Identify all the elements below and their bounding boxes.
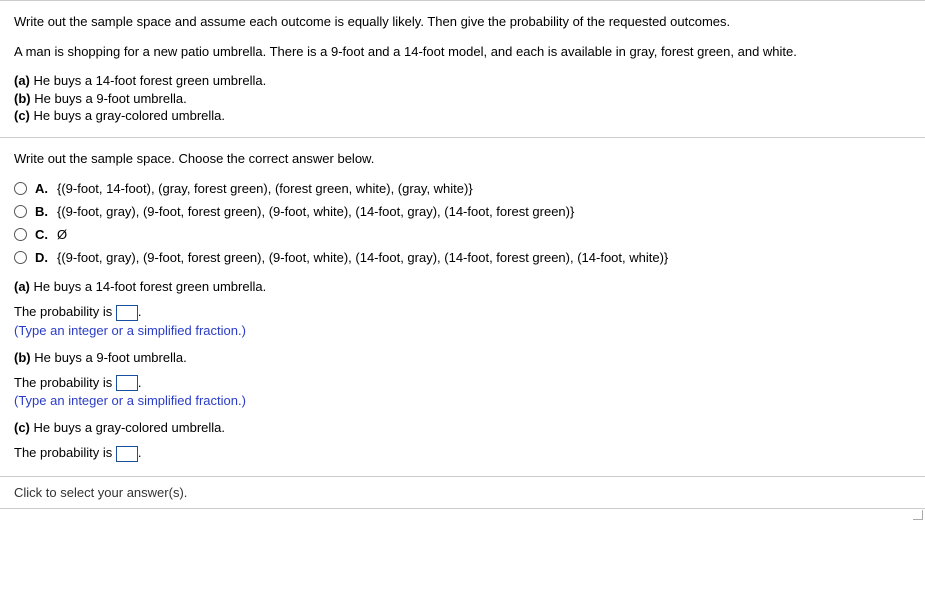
question-block: Write out the sample space and assume ea… xyxy=(0,0,925,125)
option-a-text: {(9-foot, 14-foot), (gray, forest green)… xyxy=(57,181,473,196)
bottom-edge xyxy=(0,508,925,522)
part-a-text: He buys a 14-foot forest green umbrella. xyxy=(34,279,267,294)
option-c-text: Ø xyxy=(57,227,67,242)
prob-b-input[interactable] xyxy=(116,375,138,391)
hint-b: (Type an integer or a simplified fractio… xyxy=(14,393,911,408)
option-c-row[interactable]: C. Ø xyxy=(14,227,911,242)
subpart-c: (c) He buys a gray-colored umbrella. xyxy=(14,107,911,125)
option-d-label: D. xyxy=(35,250,57,265)
footer-text: Click to select your answer(s). xyxy=(14,485,187,500)
part-c-heading: (c) He buys a gray-colored umbrella. xyxy=(14,420,911,435)
radio-a[interactable] xyxy=(14,182,27,195)
subpart-b: (b) He buys a 9-foot umbrella. xyxy=(14,90,911,108)
options-group: A. {(9-foot, 14-foot), (gray, forest gre… xyxy=(14,181,911,265)
prob-a-prefix: The probability is xyxy=(14,304,116,319)
part-c-text: He buys a gray-colored umbrella. xyxy=(34,420,225,435)
prob-c-prefix: The probability is xyxy=(14,445,116,460)
prob-c-period: . xyxy=(138,445,142,460)
sample-space-instruction: Write out the sample space. Choose the c… xyxy=(14,150,911,168)
option-c-label: C. xyxy=(35,227,57,242)
option-d-text: {(9-foot, gray), (9-foot, forest green),… xyxy=(57,250,668,265)
radio-c[interactable] xyxy=(14,228,27,241)
option-a-row[interactable]: A. {(9-foot, 14-foot), (gray, forest gre… xyxy=(14,181,911,196)
label-c: (c) xyxy=(14,108,30,123)
option-b-text: {(9-foot, gray), (9-foot, forest green),… xyxy=(57,204,574,219)
label-c2: (c) xyxy=(14,420,30,435)
subparts-list: (a) He buys a 14-foot forest green umbre… xyxy=(14,72,911,125)
part-b-text: He buys a 9-foot umbrella. xyxy=(34,350,186,365)
radio-d[interactable] xyxy=(14,251,27,264)
prob-b-prefix: The probability is xyxy=(14,375,116,390)
subpart-a-text: He buys a 14-foot forest green umbrella. xyxy=(34,73,267,88)
part-c: (c) He buys a gray-colored umbrella. The… xyxy=(14,420,911,462)
part-b-heading: (b) He buys a 9-foot umbrella. xyxy=(14,350,911,365)
footer: Click to select your answer(s). xyxy=(0,476,925,508)
prob-a-input[interactable] xyxy=(116,305,138,321)
label-b: (b) xyxy=(14,91,31,106)
prob-b-line: The probability is . xyxy=(14,375,911,392)
answer-block: Write out the sample space. Choose the c… xyxy=(0,138,925,462)
option-a-label: A. xyxy=(35,181,57,196)
subpart-c-text: He buys a gray-colored umbrella. xyxy=(34,108,225,123)
prob-c-input[interactable] xyxy=(116,446,138,462)
option-b-label: B. xyxy=(35,204,57,219)
prob-a-period: . xyxy=(138,304,142,319)
label-a: (a) xyxy=(14,73,30,88)
prob-b-period: . xyxy=(138,375,142,390)
part-a: (a) He buys a 14-foot forest green umbre… xyxy=(14,279,911,338)
option-b-row[interactable]: B. {(9-foot, gray), (9-foot, forest gree… xyxy=(14,204,911,219)
resize-corner-icon xyxy=(913,510,923,520)
part-b: (b) He buys a 9-foot umbrella. The proba… xyxy=(14,350,911,409)
subpart-a: (a) He buys a 14-foot forest green umbre… xyxy=(14,72,911,90)
option-d-row[interactable]: D. {(9-foot, gray), (9-foot, forest gree… xyxy=(14,250,911,265)
hint-a: (Type an integer or a simplified fractio… xyxy=(14,323,911,338)
question-scenario: A man is shopping for a new patio umbrel… xyxy=(14,43,911,61)
question-prompt: Write out the sample space and assume ea… xyxy=(14,13,911,31)
prob-a-line: The probability is . xyxy=(14,304,911,321)
part-a-heading: (a) He buys a 14-foot forest green umbre… xyxy=(14,279,911,294)
subpart-b-text: He buys a 9-foot umbrella. xyxy=(34,91,186,106)
label-b2: (b) xyxy=(14,350,31,365)
radio-b[interactable] xyxy=(14,205,27,218)
label-a2: (a) xyxy=(14,279,30,294)
prob-c-line: The probability is . xyxy=(14,445,911,462)
